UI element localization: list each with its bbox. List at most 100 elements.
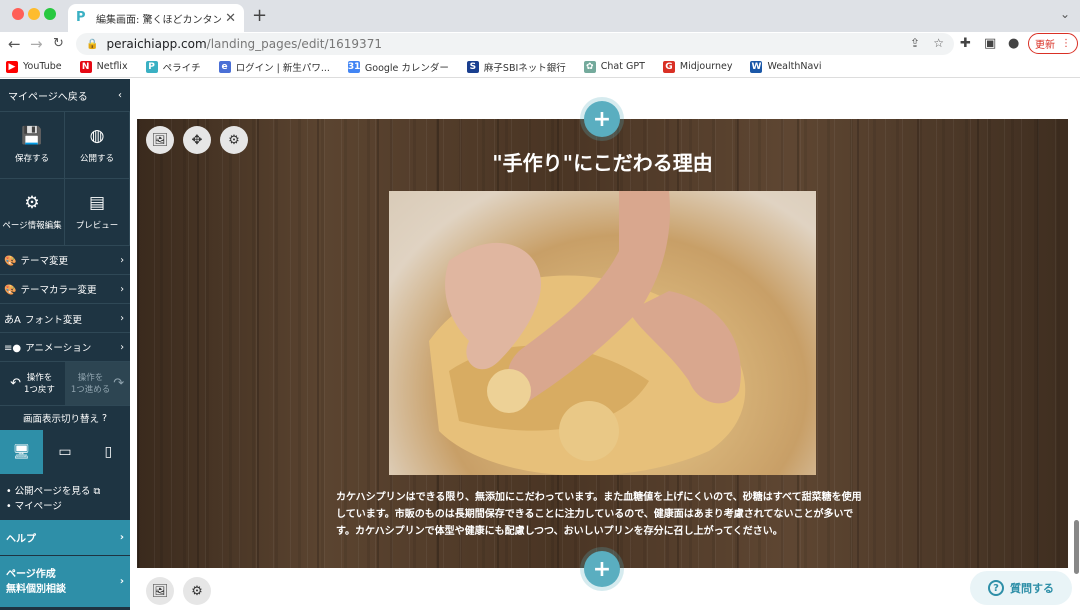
section-settings-button[interactable]: ⚙ [220, 126, 248, 154]
sidebar-menu-item[interactable]: 🎨 テーマカラー変更 › [0, 275, 130, 304]
bookmark-favicon-icon: N [79, 60, 92, 73]
url-bar[interactable]: 🔒 peraichiapp.com/landing_pages/edit/161… [76, 33, 954, 55]
new-tab-icon[interactable]: + [252, 5, 267, 26]
bookmark-label: Midjourney [679, 61, 733, 72]
bookmark-label: 麻子SBIネット銀行 [483, 62, 566, 74]
bookmark-item[interactable]: G Midjourney [662, 60, 733, 73]
wood-background-section[interactable]: "手作り"にこだわる理由 カケハシプリンはできる限り、無添加にこだわっています。… [137, 119, 1068, 568]
undo-icon: ↶ [10, 375, 21, 391]
bookmark-item[interactable]: P ペライチ [145, 60, 201, 74]
url-text: peraichiapp.com/landing_pages/edit/16193… [106, 37, 382, 51]
menu-item-content: ≡● アニメーション [4, 340, 91, 354]
move-arrows-icon: ✥ [191, 132, 203, 148]
menu-item-content: 🎨 テーマ変更 [4, 253, 68, 267]
back-to-mypage-link[interactable]: マイページへ戻る ‹ [0, 79, 130, 112]
browser-tab[interactable]: P 編集画面: 驚くほどカンタン！無料 ✕ [68, 4, 244, 32]
sidebar-menu-item[interactable]: ≡● アニメーション › [0, 333, 130, 362]
bookmark-favicon-icon: P [145, 60, 158, 73]
view-public-page-link[interactable]: • 公開ページを見る ⧉ [6, 484, 124, 499]
preview-button[interactable]: ▤ プレビュー [65, 179, 130, 246]
section-heading[interactable]: "手作り"にこだわる理由 [137, 147, 1068, 176]
menu-item-label: アニメーション [25, 343, 92, 354]
add-section-below-button[interactable]: + [584, 551, 620, 587]
close-window-button[interactable] [12, 8, 24, 20]
background-image-button[interactable]: 🖼 [146, 126, 174, 154]
help-menu-item[interactable]: ヘルプ › [0, 520, 130, 556]
external-link-icon: ⧉ [93, 486, 101, 497]
consultation-label: ページ作成 無料個別相談 [6, 568, 66, 595]
profile-avatar-icon[interactable]: ● [1008, 36, 1019, 51]
bookmark-item[interactable]: e ログイン | 新生パワ... [218, 60, 330, 74]
bookmark-star-icon[interactable]: ☆ [933, 36, 944, 50]
sidebar-menu-item[interactable]: あA フォント変更 › [0, 304, 130, 333]
bookmark-label: ログイン | 新生パワ... [235, 62, 330, 74]
reload-icon[interactable]: ↻ [53, 36, 64, 51]
bookmark-item[interactable]: W WealthNavi [750, 60, 822, 73]
bookmark-item[interactable]: N Netflix [79, 60, 128, 73]
palette-icon: 🎨 [4, 256, 17, 267]
back-to-mypage-label: マイページへ戻る [8, 91, 88, 103]
bookmark-item[interactable]: 31 Google カレンダー [347, 60, 449, 74]
mobile-view-button[interactable]: ▯ [87, 430, 130, 474]
undo-button[interactable]: ↶ 操作を 1つ戻す [0, 362, 65, 405]
desktop-icon: 🖥 [12, 444, 31, 460]
menu-item-label: テーマカラー変更 [20, 285, 97, 296]
publish-button[interactable]: ◍ 公開する [65, 112, 130, 179]
save-button[interactable]: 💾 保存する [0, 112, 65, 179]
scrollbar[interactable] [1074, 520, 1079, 574]
next-section-settings-button[interactable]: ⚙ [183, 577, 211, 605]
bookmark-item[interactable]: ✿ Chat GPT [583, 60, 645, 73]
url-path: /landing_pages/edit/1619371 [206, 37, 382, 51]
help-label: ヘルプ [6, 534, 36, 545]
gear-icon: ⚙ [24, 193, 40, 213]
forward-arrow-icon[interactable]: → [30, 35, 43, 53]
add-section-above-button[interactable]: + [584, 101, 620, 137]
bookmark-item[interactable]: ▶ YouTube [6, 60, 62, 73]
redo-label: 操作を 1つ進める [70, 372, 111, 395]
mypage-link[interactable]: • マイページ [6, 499, 124, 514]
minimize-window-button[interactable] [28, 8, 40, 20]
plus-icon: + [592, 106, 612, 132]
maximize-window-button[interactable] [44, 8, 56, 20]
sidepanel-icon[interactable]: ▣ [984, 36, 996, 51]
chevron-right-icon: › [120, 341, 124, 353]
gear-icon: ⚙ [228, 132, 240, 148]
browser-tab-bar: P 編集画面: 驚くほどカンタン！無料 ✕ + ⌄ [0, 0, 1080, 32]
ask-question-button[interactable]: ? 質問する [970, 571, 1072, 605]
move-section-button[interactable]: ✥ [183, 126, 211, 154]
question-circle-icon: ? [988, 580, 1004, 596]
bookmark-favicon-icon: ✿ [583, 60, 596, 73]
desktop-view-button[interactable]: 🖥 [0, 430, 44, 474]
chevron-right-icon: › [119, 532, 124, 543]
tab-title: 編集画面: 驚くほどカンタン！無料 [96, 14, 222, 26]
animation-icon: ≡● [4, 343, 22, 354]
page-info-button[interactable]: ⚙ ページ情報編集 [0, 179, 65, 246]
share-icon[interactable]: ⇪ [910, 36, 920, 50]
back-arrow-icon[interactable]: ← [8, 35, 21, 53]
image-icon: 🖼 [151, 583, 169, 599]
extensions-icon[interactable]: ✚ [960, 36, 971, 51]
view-switch-label: 画面表示切り替え ? [22, 412, 108, 426]
editor-canvas: "手作り"にこだわる理由 カケハシプリンはできる限り、無添加にこだわっています。… [130, 79, 1080, 610]
tablet-icon: ▭ [58, 444, 72, 460]
bookmark-label: YouTube [23, 61, 62, 72]
sidebar-menu-item[interactable]: 🎨 テーマ変更 › [0, 246, 130, 275]
update-button[interactable]: 更新 ⋮ [1028, 33, 1078, 54]
bookmark-label: WealthNavi [767, 61, 822, 72]
section-paragraph[interactable]: カケハシプリンはできる限り、無添加にこだわっています。また血糖値を上げにくいので… [336, 489, 870, 540]
bookmark-item[interactable]: S 麻子SBIネット銀行 [466, 60, 566, 74]
preview-label: プレビュー [75, 221, 119, 231]
dough-hands-illustration [429, 191, 746, 475]
next-section-image-button[interactable]: 🖼 [146, 577, 174, 605]
kneading-dough-photo[interactable] [389, 191, 816, 475]
close-tab-icon[interactable]: ✕ [225, 11, 236, 26]
menu-item-label: フォント変更 [24, 314, 82, 326]
tab-search-icon[interactable]: ⌄ [1060, 7, 1070, 21]
question-circle-icon[interactable]: ? [102, 413, 107, 424]
address-toolbar: ← → ↻ 🔒 peraichiapp.com/landing_pages/ed… [0, 32, 1080, 56]
free-consultation-menu-item[interactable]: ページ作成 無料個別相談 › [0, 556, 130, 608]
chevron-right-icon: › [119, 576, 124, 587]
redo-button[interactable]: 操作を 1つ進める ↷ [65, 362, 130, 405]
tablet-view-button[interactable]: ▭ [43, 430, 86, 474]
mobile-icon: ▯ [104, 444, 113, 460]
